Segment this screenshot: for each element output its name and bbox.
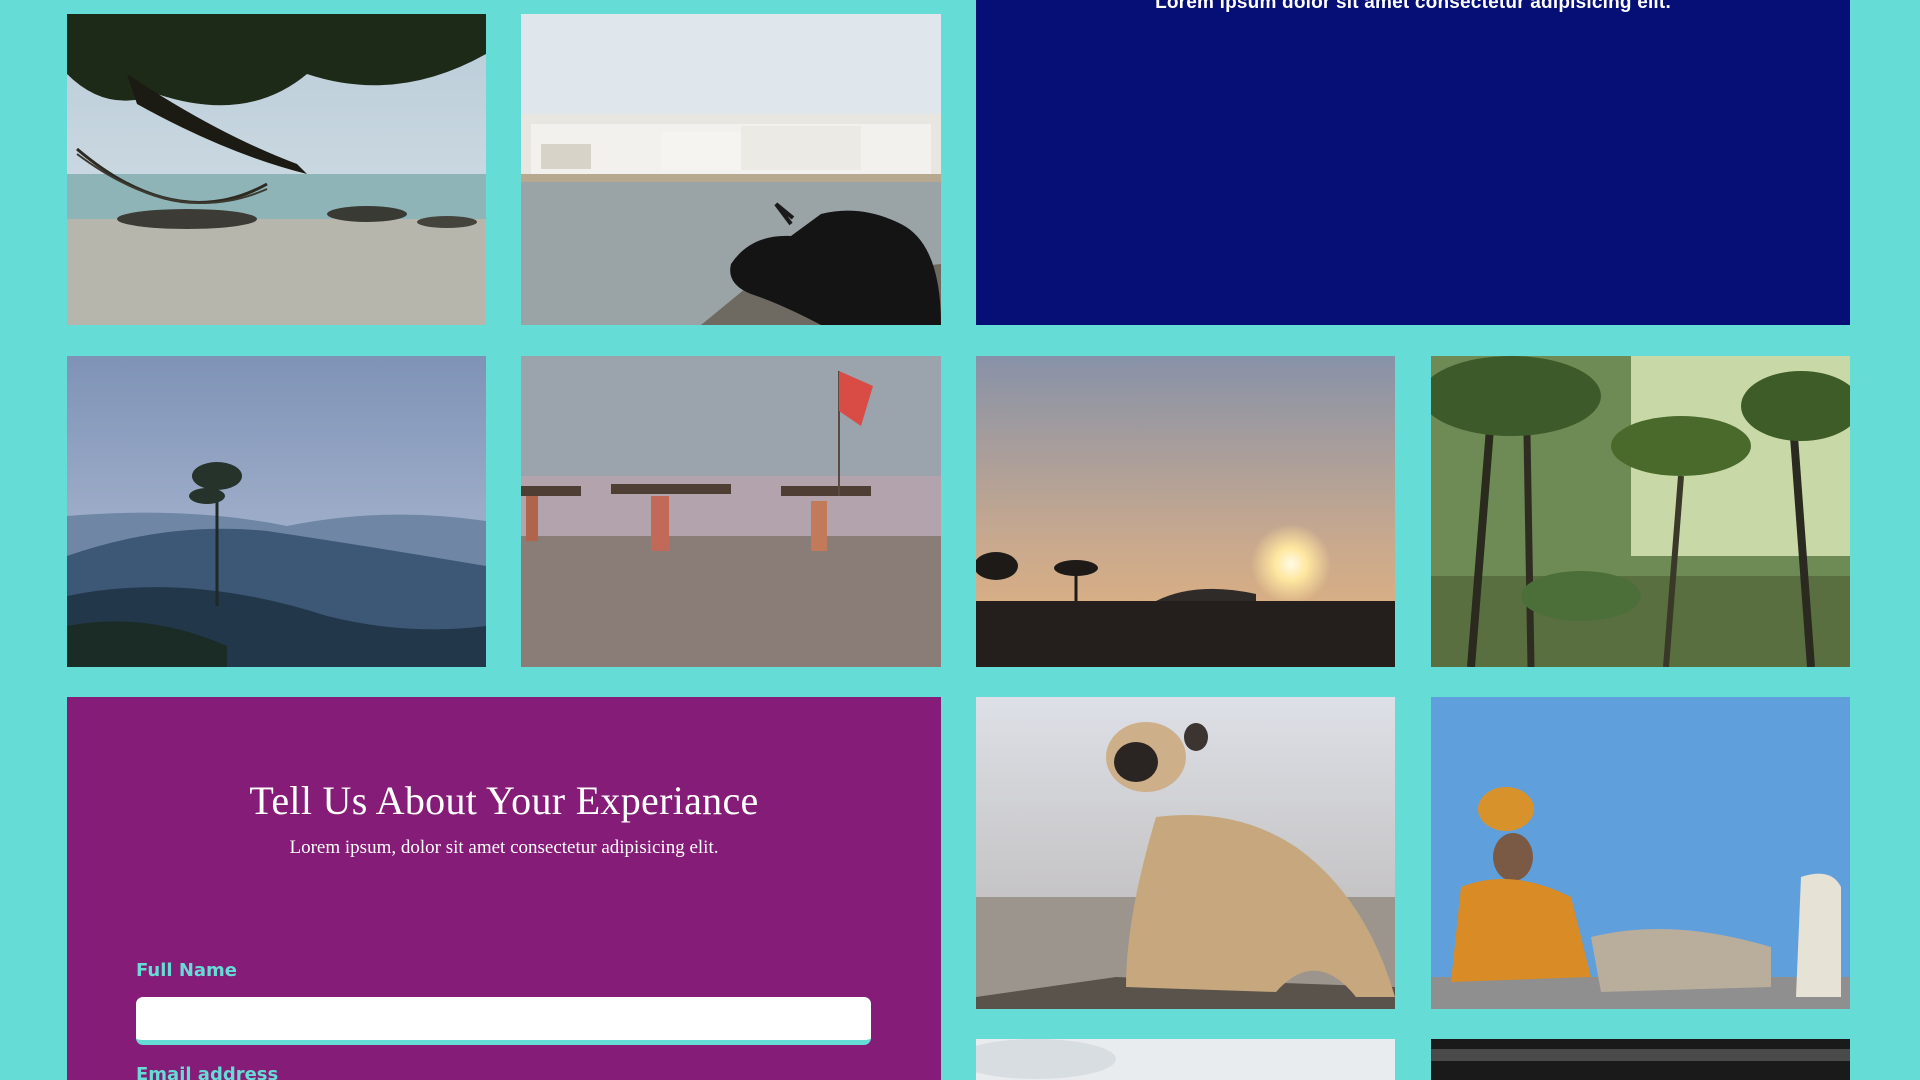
sunset-photo [976,356,1395,667]
beach-carriers-photo [521,356,941,667]
intro-banner: Lorem ipsum dolor sit amet consectetur a… [976,0,1850,325]
sky-photo [976,1039,1395,1080]
misty-hills-photo [67,356,486,667]
banner-text: Lorem ipsum dolor sit amet consectetur a… [1155,0,1671,13]
form-subtitle: Lorem ipsum, dolor sit amet consectetur … [289,837,719,858]
email-label: Email address [136,1064,279,1080]
full-name-label: Full Name [136,960,237,981]
full-name-input[interactable] [136,997,871,1045]
dark-photo [1431,1039,1850,1080]
lake-cow-photo [521,14,941,325]
form-title: Tell Us About Your Experiance [249,778,759,823]
beach-hammock-photo [67,14,486,325]
monkey-photo [976,697,1395,1009]
gallery-page: Lorem ipsum dolor sit amet consectetur a… [0,0,1920,1080]
palm-forest-photo [1431,356,1850,667]
experience-form: Tell Us About Your Experiance Lorem ipsu… [67,697,941,1080]
sadhu-photo [1431,697,1850,1009]
